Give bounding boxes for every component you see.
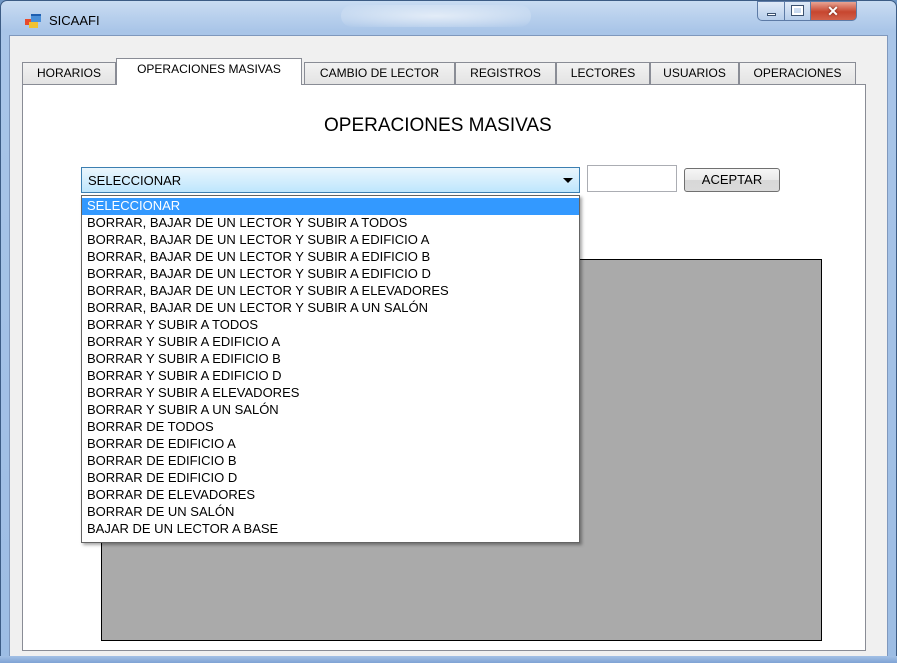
dropdown-option[interactable]: BORRAR, BAJAR DE UN LECTOR Y SUBIR A ELE… [82,283,579,300]
page-title: OPERACIONES MASIVAS [324,115,552,136]
operation-dropdown-list[interactable]: SELECCIONAR BORRAR, BAJAR DE UN LECTOR Y … [81,195,580,543]
tab-registros[interactable]: REGISTROS [455,62,556,84]
taskbar-strip [0,656,897,663]
dropdown-option[interactable]: BORRAR, BAJAR DE UN LECTOR Y SUBIR A EDI… [82,249,579,266]
dropdown-option[interactable]: BORRAR, BAJAR DE UN LECTOR Y SUBIR A TOD… [82,215,579,232]
dropdown-option[interactable]: BORRAR, BAJAR DE UN LECTOR Y SUBIR A UN … [82,300,579,317]
dropdown-option[interactable]: BORRAR DE ELEVADORES [82,487,579,504]
close-button[interactable]: ✕ [811,1,857,21]
tab-horarios[interactable]: HORARIOS [22,62,116,84]
operation-select-value: SELECCIONAR [88,173,182,188]
tab-operaciones[interactable]: OPERACIONES [739,62,856,84]
dropdown-option[interactable]: BORRAR DE EDIFICIO D [82,470,579,487]
operation-select[interactable]: SELECCIONAR [81,167,580,193]
minimize-icon [767,13,776,16]
dropdown-option[interactable]: BORRAR Y SUBIR A EDIFICIO A [82,334,579,351]
dropdown-option[interactable]: BORRAR, BAJAR DE UN LECTOR Y SUBIR A EDI… [82,232,579,249]
tab-lectores[interactable]: LECTORES [556,62,650,84]
tab-usuarios[interactable]: USUARIOS [650,62,739,84]
dropdown-option[interactable]: BORRAR Y SUBIR A EDIFICIO D [82,368,579,385]
dropdown-option[interactable]: BORRAR Y SUBIR A UN SALÓN [82,402,579,419]
dropdown-option[interactable]: SELECCIONAR [82,198,579,215]
accept-button[interactable]: ACEPTAR [684,168,780,192]
dropdown-option[interactable]: BORRAR Y SUBIR A EDIFICIO B [82,351,579,368]
title-bar[interactable]: SICAAFI ✕ [1,1,896,35]
dropdown-option[interactable]: BORRAR DE EDIFICIO A [82,436,579,453]
window-title: SICAAFI [49,13,100,28]
value-input[interactable] [587,165,677,192]
app-window-icon [25,14,41,28]
chevron-down-icon[interactable] [563,178,573,183]
maximize-button[interactable] [785,1,811,21]
close-icon: ✕ [827,3,839,19]
dropdown-option[interactable]: BORRAR DE EDIFICIO B [82,453,579,470]
dropdown-option[interactable]: BORRAR DE TODOS [82,419,579,436]
dropdown-option[interactable]: BORRAR DE UN SALÓN [82,504,579,521]
title-glow [341,5,531,27]
maximize-icon [791,5,804,16]
dropdown-option[interactable]: BORRAR, BAJAR DE UN LECTOR Y SUBIR A EDI… [82,266,579,283]
dropdown-option[interactable]: BAJAR DE UN LECTOR A BASE [82,521,579,538]
minimize-button[interactable] [757,1,785,21]
dropdown-option[interactable]: BORRAR Y SUBIR A TODOS [82,317,579,334]
tab-cambio-de-lector[interactable]: CAMBIO DE LECTOR [304,62,455,84]
tab-operaciones-masivas[interactable]: OPERACIONES MASIVAS [116,58,302,85]
dropdown-option[interactable]: BORRAR Y SUBIR A ELEVADORES [82,385,579,402]
